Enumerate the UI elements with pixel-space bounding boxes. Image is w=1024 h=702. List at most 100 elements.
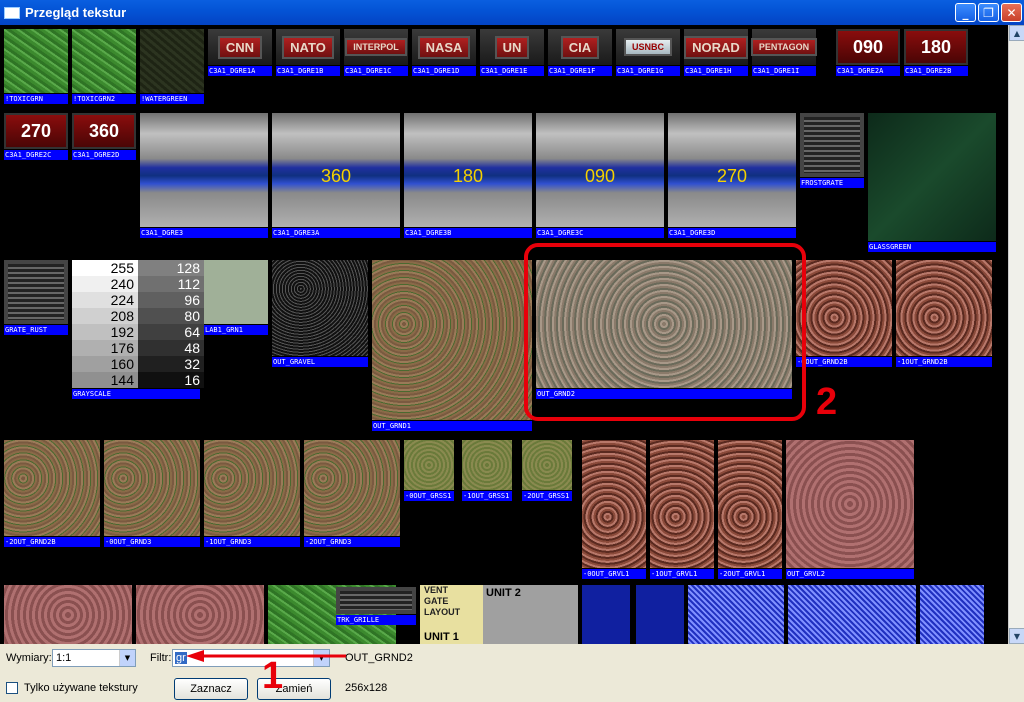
- texture-tile[interactable]: -1OUT_GRND3: [204, 440, 300, 548]
- grayscale-value: 32: [138, 356, 204, 372]
- texture-name-label: -1OUT_GRND2B: [896, 357, 992, 367]
- grayscale-value: 80: [138, 308, 204, 324]
- texture-swatch: 090: [836, 29, 900, 65]
- grayscale-value: 192: [72, 324, 138, 340]
- texture-tile[interactable]: [636, 585, 684, 644]
- texture-swatch: [204, 260, 268, 324]
- texture-tile[interactable]: OUT_GRAVEL: [272, 260, 368, 368]
- texture-tile[interactable]: -1OUT_GRSS1: [462, 440, 512, 502]
- texture-tile[interactable]: 180 C3A1_DGRE3B: [404, 113, 532, 239]
- texture-sign-text: PENTAGON: [750, 38, 818, 56]
- scroll-down-button[interactable]: ▼: [1009, 628, 1024, 644]
- texture-tile[interactable]: INTERPOL C3A1_DGRE1C: [344, 29, 408, 77]
- texture-name-label: -0OUT_GRND2B: [796, 357, 892, 367]
- texture-name-label: LAB1_GRN1: [204, 325, 268, 335]
- chevron-down-icon[interactable]: ▼: [119, 650, 135, 666]
- texture-swatch: [336, 587, 416, 614]
- layout-map-tile[interactable]: VENT GATE LAYOUT UNIT 1 UNIT 2: [420, 585, 578, 644]
- texture-tile[interactable]: [688, 585, 784, 644]
- texture-swatch: [4, 29, 68, 93]
- texture-name-label: -2OUT_GRSS1: [522, 491, 572, 501]
- minimize-button[interactable]: _: [955, 3, 976, 22]
- texture-name-label: C3A1_DGRE1G: [616, 66, 680, 76]
- texture-tile[interactable]: 270 C3A1_DGRE3D: [668, 113, 796, 239]
- texture-tile[interactable]: OUT_GRND1: [372, 260, 532, 432]
- texture-tile[interactable]: OUT_GRVL2: [786, 440, 914, 580]
- texture-tile[interactable]: !TOXICGRN2: [72, 29, 136, 105]
- grayscale-value: 224: [72, 292, 138, 308]
- texture-sign-text: 180: [920, 36, 952, 57]
- highlight-box: [524, 243, 806, 421]
- texture-tile[interactable]: [136, 585, 264, 644]
- texture-tile[interactable]: CNN C3A1_DGRE1A: [208, 29, 272, 77]
- texture-tile[interactable]: UN C3A1_DGRE1E: [480, 29, 544, 77]
- texture-name-label: GRAYSCALE: [72, 389, 200, 399]
- texture-sign-text: 360: [88, 120, 120, 141]
- texture-tile[interactable]: !TOXICGRN: [4, 29, 68, 105]
- only-used-checkbox[interactable]: [6, 682, 18, 694]
- texture-tile[interactable]: NATO C3A1_DGRE1B: [276, 29, 340, 77]
- texture-grid: !TOXICGRN !TOXICGRN2 !WATERGREEN CNN C3A1_DG…: [0, 25, 1008, 644]
- texture-swatch: CNN: [208, 29, 272, 65]
- texture-tile[interactable]: -2OUT_GRND3: [304, 440, 400, 548]
- texture-tile[interactable]: 270 C3A1_DGRE2C: [4, 113, 68, 161]
- scroll-up-button[interactable]: ▲: [1009, 25, 1024, 41]
- texture-tile[interactable]: LAB1_GRN1: [204, 260, 268, 336]
- texture-name-label: -0OUT_GRVL1: [582, 569, 646, 579]
- texture-tile[interactable]: -0OUT_GRSS1: [404, 440, 454, 502]
- size-select[interactable]: 1:1 ▼: [52, 649, 136, 667]
- select-button[interactable]: Zaznacz: [174, 678, 248, 700]
- grayscale-value: 48: [138, 340, 204, 356]
- texture-tile[interactable]: C3A1_DGRE3: [140, 113, 268, 239]
- texture-tile[interactable]: NORAD C3A1_DGRE1H: [684, 29, 748, 77]
- texture-swatch: [372, 260, 532, 420]
- texture-name-label: C3A1_DGRE2B: [904, 66, 968, 76]
- texture-tile[interactable]: NASA C3A1_DGRE1D: [412, 29, 476, 77]
- texture-tile[interactable]: 180 C3A1_DGRE2B: [904, 29, 968, 77]
- texture-name-label: C3A1_DGRE1C: [344, 66, 408, 76]
- texture-name-label: C3A1_DGRE1H: [684, 66, 748, 76]
- texture-tile[interactable]: -0OUT_GRND2B: [796, 260, 892, 368]
- texture-sign-text: UN: [494, 35, 530, 59]
- texture-tile[interactable]: -0OUT_GRVL1: [582, 440, 646, 580]
- texture-tile[interactable]: -1OUT_GRVL1: [650, 440, 714, 580]
- texture-tile[interactable]: [920, 585, 984, 644]
- texture-tile[interactable]: GRATE_RUST: [4, 260, 68, 336]
- texture-tile[interactable]: CIA C3A1_DGRE1F: [548, 29, 612, 77]
- vertical-scrollbar[interactable]: ▲ ▼: [1008, 25, 1024, 644]
- texture-tile[interactable]: !WATERGREEN: [140, 29, 204, 105]
- texture-name-label: C3A1_DGRE1E: [480, 66, 544, 76]
- grayscale-value: 144: [72, 372, 138, 388]
- texture-tile[interactable]: USNBC C3A1_DGRE1G: [616, 29, 680, 77]
- texture-tile[interactable]: PENTAGON C3A1_DGRE1I: [750, 29, 818, 77]
- texture-swatch: CIA: [548, 29, 612, 65]
- texture-swatch: INTERPOL: [344, 29, 408, 65]
- texture-tile[interactable]: [582, 585, 630, 644]
- texture-tile[interactable]: TRK_GRILLE: [336, 587, 416, 626]
- texture-tile[interactable]: FROSTGRATE: [800, 113, 864, 189]
- texture-swatch: 180: [904, 29, 968, 65]
- texture-tile[interactable]: [788, 585, 916, 644]
- close-button[interactable]: ✕: [1001, 3, 1022, 22]
- texture-tile[interactable]: -0OUT_GRND3: [104, 440, 200, 548]
- texture-name-label: GLASSGREEN: [868, 242, 996, 252]
- texture-tile[interactable]: -1OUT_GRND2B: [896, 260, 992, 368]
- texture-tile[interactable]: 255 128 240 112 224 96 208 80 192 64 176 48 160 32 144…: [72, 260, 204, 400]
- window-title: Przegląd tekstur: [25, 5, 127, 20]
- texture-tile[interactable]: -2OUT_GRVL1: [718, 440, 782, 580]
- texture-swatch: [582, 440, 646, 568]
- texture-tile[interactable]: 090 C3A1_DGRE2A: [836, 29, 900, 77]
- texture-tile[interactable]: -2OUT_GRSS1: [522, 440, 572, 502]
- texture-tile[interactable]: GLASSGREEN: [868, 113, 996, 253]
- texture-tile[interactable]: 090 C3A1_DGRE3C: [536, 113, 664, 239]
- texture-tile[interactable]: -2OUT_GRND2B: [4, 440, 100, 548]
- maximize-button[interactable]: ❐: [978, 3, 999, 22]
- texture-tile[interactable]: 360 C3A1_DGRE2D: [72, 113, 136, 161]
- texture-swatch: [522, 440, 572, 490]
- texture-tile[interactable]: [4, 585, 132, 644]
- texture-name-label: -2OUT_GRND3: [304, 537, 400, 547]
- texture-sign-text: NATO: [282, 35, 334, 59]
- texture-swatch: [868, 113, 996, 241]
- texture-tile[interactable]: 360 C3A1_DGRE3A: [272, 113, 400, 239]
- layout-map-label: UNIT 1: [424, 631, 459, 643]
